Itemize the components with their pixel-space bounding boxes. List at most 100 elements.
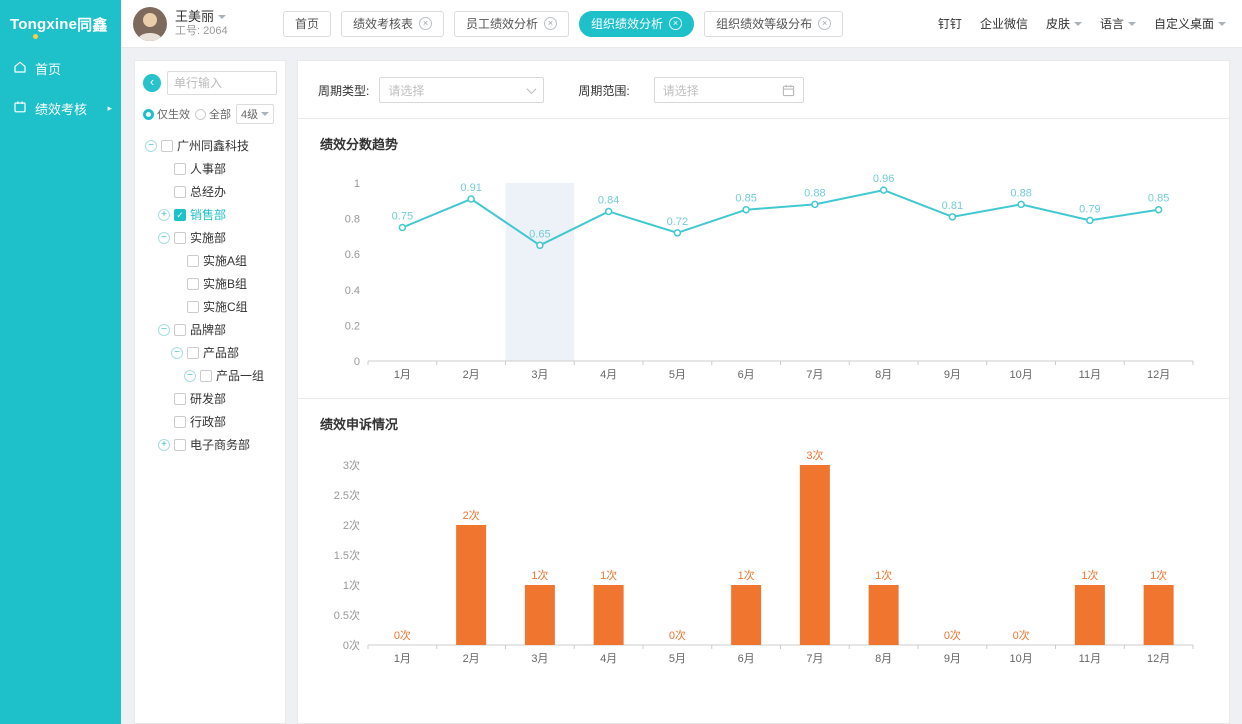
tree-node[interactable]: 行政部 (143, 410, 277, 433)
checkbox[interactable] (200, 370, 212, 382)
radio-dot (143, 109, 154, 120)
tree-node-label[interactable]: 总经办 (190, 183, 226, 200)
svg-text:9月: 9月 (944, 369, 961, 381)
tree-node-label[interactable]: 实施A组 (203, 252, 247, 269)
checkbox[interactable] (161, 140, 173, 152)
tree-node-label[interactable]: 研发部 (190, 390, 226, 407)
collapse-icon[interactable]: − (145, 140, 157, 152)
radio-1[interactable]: 全部 (195, 106, 231, 122)
tree-node-label[interactable]: 实施部 (190, 229, 226, 246)
tree-node[interactable]: − 品牌部 (143, 318, 277, 341)
tree-indent (158, 163, 170, 175)
checkbox[interactable] (187, 301, 199, 313)
sidebar-item-label: 绩效考核 (35, 99, 87, 118)
expand-icon[interactable]: + (158, 209, 170, 221)
sidebar-item-0[interactable]: 首页 (0, 48, 121, 88)
checkbox[interactable] (174, 186, 186, 198)
tree-node[interactable]: − 实施部 (143, 226, 277, 249)
tree-node[interactable]: − 产品部 (143, 341, 277, 364)
checkbox[interactable] (174, 324, 186, 336)
tab-0[interactable]: 首页 (283, 11, 331, 37)
expand-icon[interactable]: + (158, 439, 170, 451)
sidebar-item-label: 首页 (35, 59, 61, 78)
checkbox[interactable] (187, 278, 199, 290)
tree-node[interactable]: − 产品一组 (143, 364, 277, 387)
tab-3[interactable]: 组织绩效分析× (579, 11, 694, 37)
svg-text:0.96: 0.96 (873, 173, 894, 185)
tree-node-label[interactable]: 人事部 (190, 160, 226, 177)
tab-4[interactable]: 组织绩效等级分布× (704, 11, 843, 37)
top-link-2[interactable]: 皮肤 (1046, 15, 1082, 32)
tree-node[interactable]: 人事部 (143, 157, 277, 180)
org-tree: −广州同鑫科技人事部总经办+✓销售部−实施部实施A组实施B组实施C组−品牌部−产… (143, 134, 277, 456)
collapse-icon[interactable]: − (158, 232, 170, 244)
close-icon[interactable]: × (544, 17, 557, 30)
svg-text:0.65: 0.65 (529, 228, 550, 240)
level-select[interactable]: 4级 (236, 104, 274, 124)
checkbox[interactable] (187, 347, 199, 359)
checkbox[interactable]: ✓ (174, 209, 186, 221)
tree-node[interactable]: + 电子商务部 (143, 433, 277, 456)
period-type-value: 请选择 (388, 82, 424, 99)
checkbox[interactable] (174, 416, 186, 428)
radio-0[interactable]: 仅生效 (143, 106, 190, 122)
period-type-select[interactable]: 请选择 (379, 77, 544, 103)
top-link-1[interactable]: 企业微信 (980, 15, 1028, 32)
collapse-icon[interactable]: − (158, 324, 170, 336)
line-chart[interactable]: 00.20.40.60.811月2月3月4月5月6月7月8月9月10月11月12… (318, 163, 1208, 391)
collapse-icon[interactable]: − (171, 347, 183, 359)
tree-node[interactable]: 实施C组 (143, 295, 277, 318)
chevron-down-icon (1128, 22, 1136, 30)
tree-node[interactable]: 总经办 (143, 180, 277, 203)
chevron-right-icon: ▸ (107, 103, 112, 114)
tree-node[interactable]: 研发部 (143, 387, 277, 410)
top-link-4[interactable]: 自定义桌面 (1154, 15, 1226, 32)
bar-chart[interactable]: 0次0.5次1次1.5次2次2.5次3次1月2月3月4月5月6月7月8月9月10… (318, 443, 1208, 681)
tab-2[interactable]: 员工绩效分析× (454, 11, 569, 37)
logo-text-cn: 同鑫 (77, 14, 107, 35)
checkbox[interactable] (187, 255, 199, 267)
tree-node-label[interactable]: 电子商务部 (190, 436, 250, 453)
close-icon[interactable]: × (818, 17, 831, 30)
tree-filters: 仅生效全部 4级 (143, 104, 277, 124)
period-range-input[interactable]: 请选择 (654, 77, 804, 103)
tree-node[interactable]: 实施A组 (143, 249, 277, 272)
tree-node-label[interactable]: 品牌部 (190, 321, 226, 338)
svg-text:1: 1 (354, 178, 360, 190)
svg-text:0.8: 0.8 (345, 214, 360, 226)
tree-node-label[interactable]: 销售部 (190, 206, 226, 223)
svg-text:10月: 10月 (1010, 369, 1033, 381)
tab-1[interactable]: 绩效考核表× (341, 11, 444, 37)
tree-node-label[interactable]: 广州同鑫科技 (177, 137, 249, 154)
tree-node-label[interactable]: 实施B组 (203, 275, 247, 292)
tree-node[interactable]: + ✓ 销售部 (143, 203, 277, 226)
top-link-3[interactable]: 语言 (1100, 15, 1136, 32)
top-link-0[interactable]: 钉钉 (938, 15, 962, 32)
svg-text:1次: 1次 (1081, 568, 1098, 582)
checkbox[interactable] (174, 393, 186, 405)
tree-node[interactable]: − 广州同鑫科技 (143, 134, 277, 157)
collapse-panel-button[interactable]: ‹ (143, 74, 161, 92)
user-meta: 王美丽 工号: 2064 (175, 9, 228, 39)
calendar-icon (782, 84, 795, 97)
tree-node[interactable]: 实施B组 (143, 272, 277, 295)
tree-indent (158, 416, 170, 428)
close-icon[interactable]: × (669, 17, 682, 30)
avatar[interactable] (133, 7, 167, 41)
sidebar-item-1[interactable]: 绩效考核 ▸ (0, 88, 121, 128)
tree-node-label[interactable]: 产品一组 (216, 367, 264, 384)
checkbox[interactable] (174, 439, 186, 451)
collapse-icon[interactable]: − (184, 370, 196, 382)
checkbox[interactable] (174, 232, 186, 244)
tree-indent (171, 278, 183, 290)
search-input[interactable] (167, 71, 277, 95)
user-block: 王美丽 工号: 2064 (133, 7, 261, 41)
checkbox[interactable] (174, 163, 186, 175)
chevron-down-icon[interactable] (218, 15, 226, 23)
svg-text:2次: 2次 (463, 508, 480, 522)
tree-node-label[interactable]: 实施C组 (203, 298, 248, 315)
svg-text:1次: 1次 (343, 578, 360, 592)
tree-node-label[interactable]: 产品部 (203, 344, 239, 361)
close-icon[interactable]: × (419, 17, 432, 30)
tree-node-label[interactable]: 行政部 (190, 413, 226, 430)
